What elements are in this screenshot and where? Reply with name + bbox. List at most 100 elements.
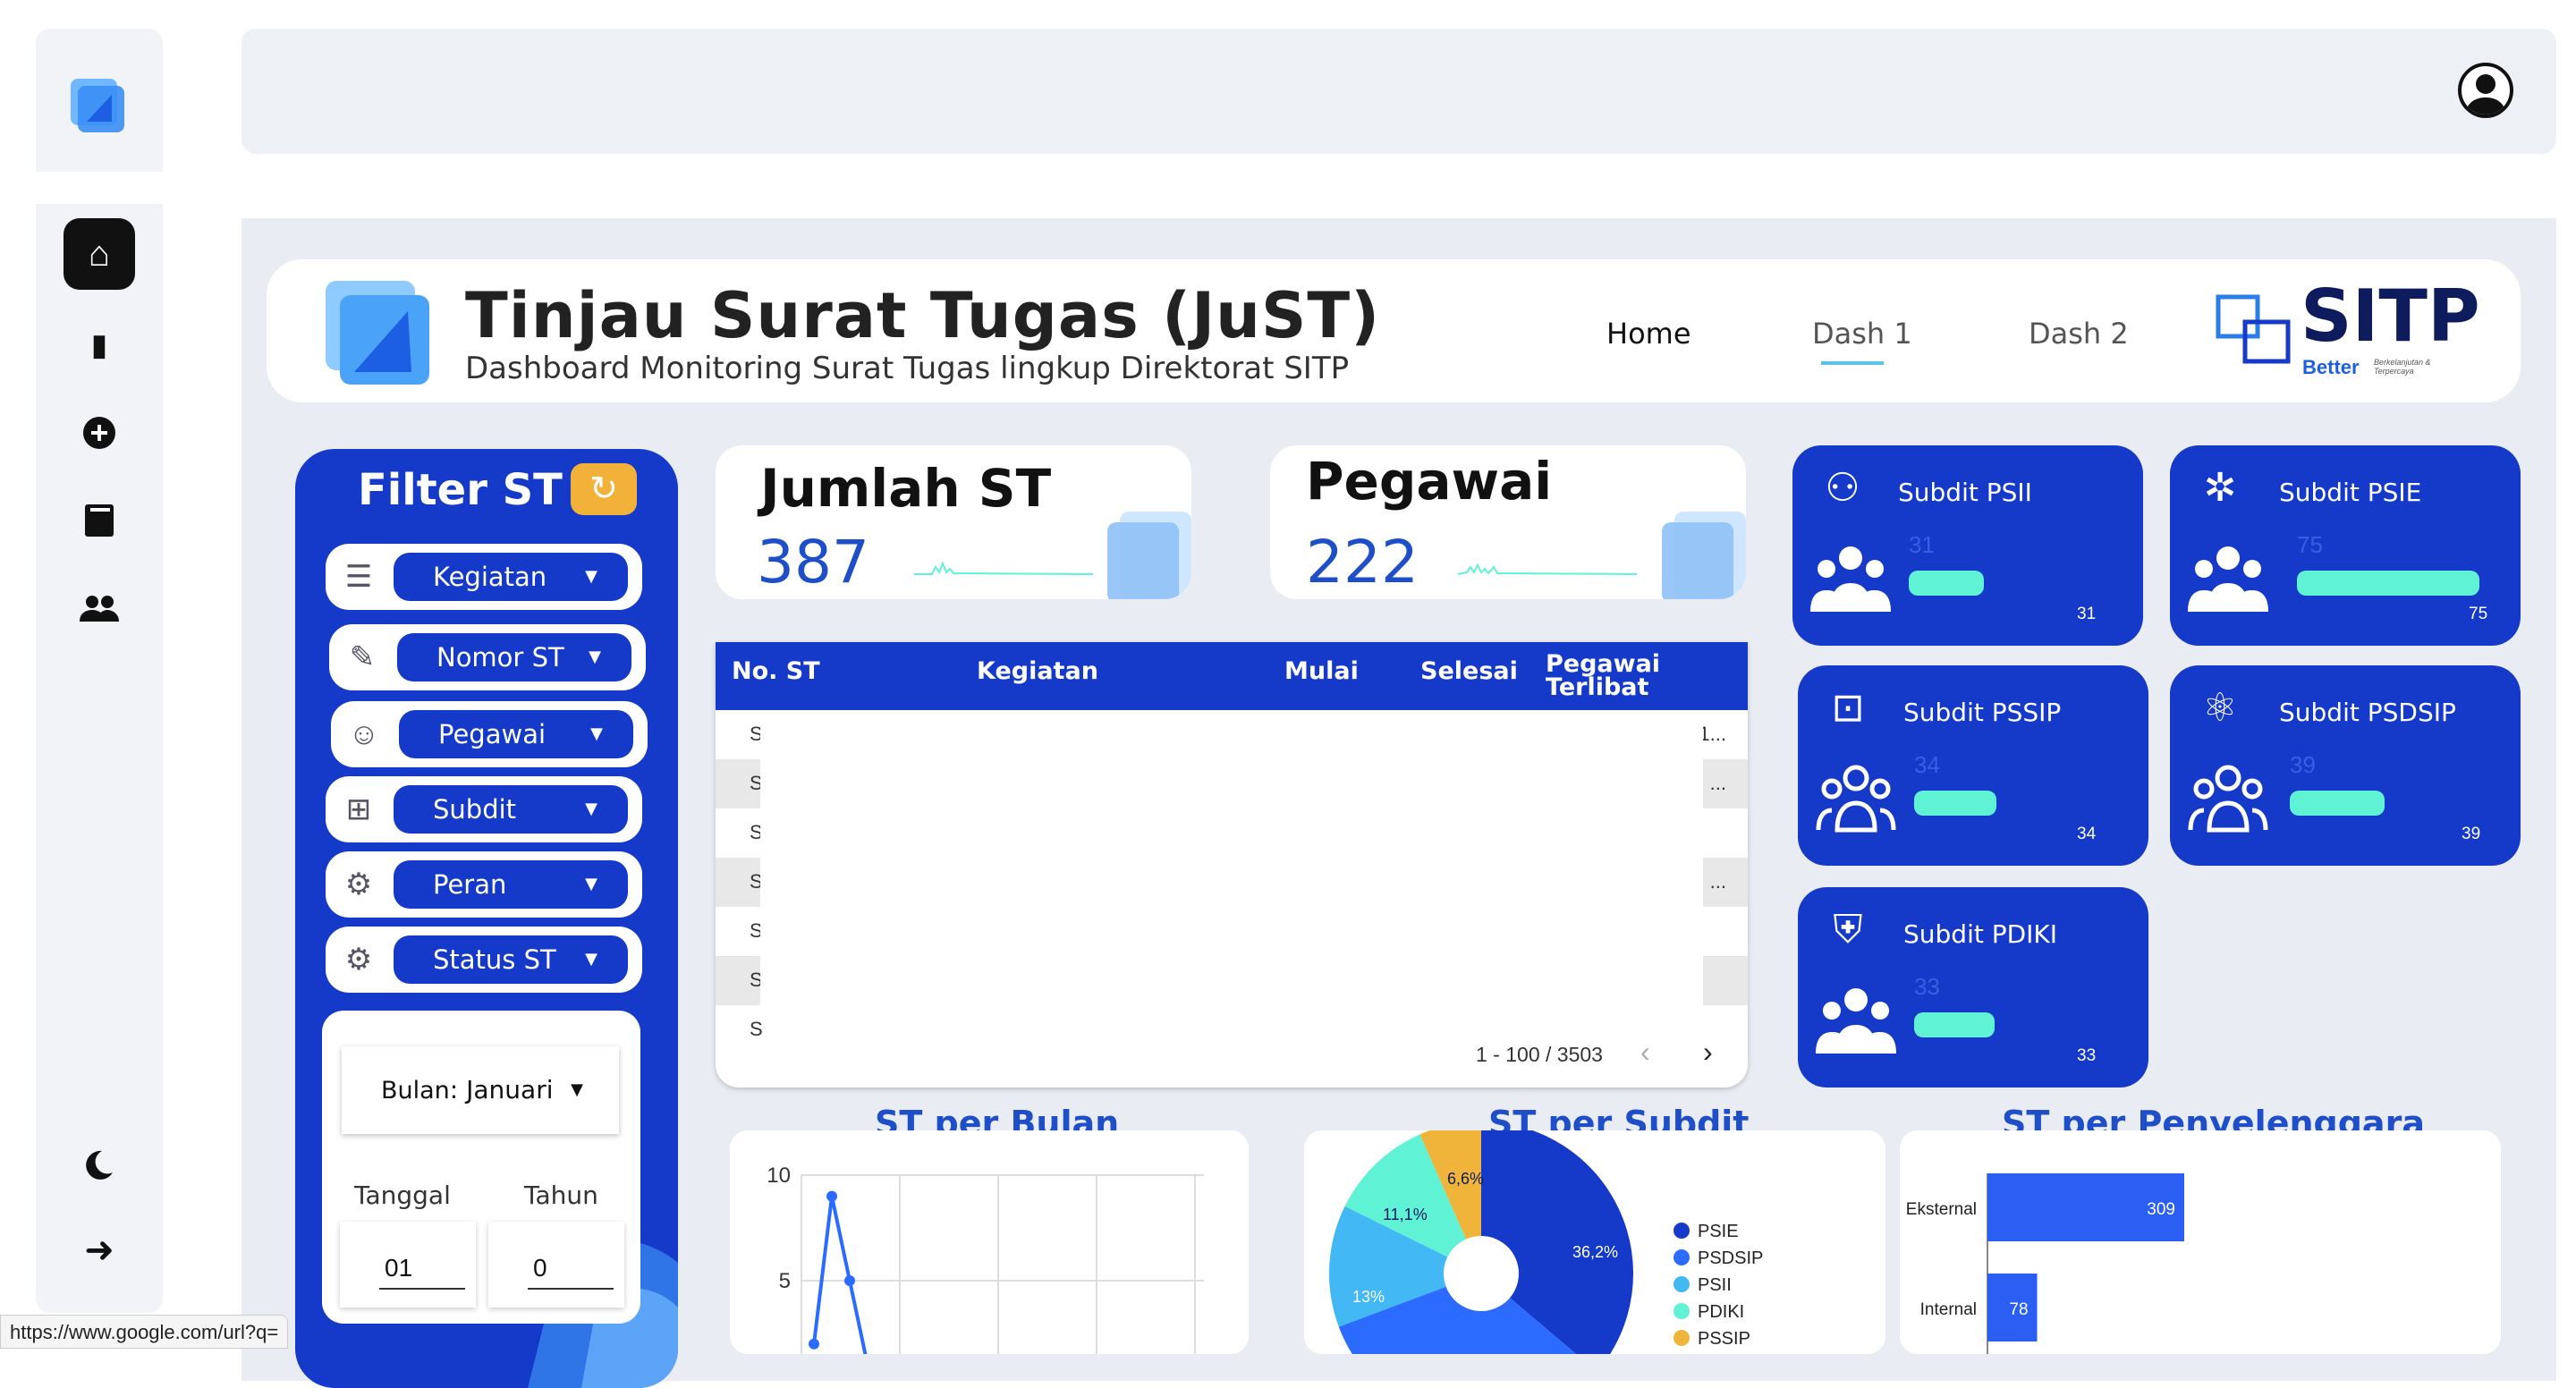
nav-add-button[interactable] xyxy=(64,397,135,469)
status-st-dropdown[interactable]: Status ST ▼ xyxy=(394,935,628,984)
subdit-progress-bar xyxy=(1914,791,1996,816)
sitp-tagline: Better xyxy=(2302,356,2360,378)
kegiatan-dropdown[interactable]: Kegiatan ▼ xyxy=(394,553,628,601)
just-logo-icon xyxy=(326,281,429,385)
filter-kegiatan: ☰ Kegiatan ▼ xyxy=(326,544,642,610)
presentation-board-icon: ⊡ xyxy=(1831,686,1865,730)
date-filter-box: Bulan: Januari ▼ Tanggal Tahun 01 0 xyxy=(322,1011,640,1324)
subdit-name: Subdit PSII xyxy=(1898,478,2032,507)
subdit-card-pssip[interactable]: ⊡ Subdit PSSIP 34 34 xyxy=(1798,665,2148,866)
status-bar-url: https://www.google.com/url?q= xyxy=(0,1315,289,1349)
previous-page-button[interactable]: ‹ xyxy=(1640,1036,1650,1069)
tanggal-input[interactable]: 01 xyxy=(340,1222,476,1308)
nav-document-button[interactable]: ▮ xyxy=(64,309,135,381)
jumlah-st-card: Jumlah ST 387 xyxy=(716,445,1191,599)
st-per-penyelenggara-panel: Eksternal 309 Internal 78 xyxy=(1900,1130,2501,1354)
chevron-down-icon: ▼ xyxy=(590,724,603,743)
subdit-bar-value: 75 xyxy=(2469,605,2488,623)
subdit-value: 31 xyxy=(1909,531,1935,558)
filter-subdit: ⊞ Subdit ▼ xyxy=(326,776,642,842)
people-group-icon xyxy=(1816,988,1896,1054)
status-st-dropdown-label: Status ST xyxy=(433,944,556,975)
filter-panel: Filter ST ↻ ☰ Kegiatan ▼ ✎ Nomor ST ▼ ☺ Pe… xyxy=(295,449,678,1388)
tab-dash-1[interactable]: Dash 1 xyxy=(1812,317,1912,365)
chevron-left-icon: ‹ xyxy=(1640,1036,1650,1068)
bulan-dropdown[interactable]: Bulan: Januari ▼ xyxy=(342,1046,619,1134)
tahun-input[interactable]: 0 xyxy=(488,1222,624,1308)
tab-home[interactable]: Home xyxy=(1606,317,1691,351)
pegawai-card: Pegawai 222 xyxy=(1270,445,1746,599)
sidebar-divider xyxy=(36,172,163,204)
table-header: No. ST Kegiatan Mulai Selesai Pegawai Te… xyxy=(716,642,1748,710)
subdit-dropdown-label: Subdit xyxy=(433,794,517,825)
people-group-icon xyxy=(2188,546,2268,612)
subdit-card-psie[interactable]: ✲ Subdit PSIE 75 75 xyxy=(2170,445,2521,646)
subdit-dropdown[interactable]: Subdit ▼ xyxy=(394,785,628,834)
chevron-down-icon: ▼ xyxy=(589,647,601,666)
page-subtitle: Dashboard Monitoring Surat Tugas lingkup… xyxy=(465,351,1350,386)
jumlah-st-value: 387 xyxy=(757,528,869,597)
column-header-mulai[interactable]: Mulai xyxy=(1284,659,1359,683)
slice-label: 11,1% xyxy=(1383,1206,1428,1223)
jumlah-st-sparkline xyxy=(914,561,1093,575)
chevron-down-icon: ▼ xyxy=(585,950,597,969)
reset-filter-button[interactable]: ↻ xyxy=(571,463,637,515)
add-circle-icon xyxy=(83,417,115,449)
collapse-sidebar-button[interactable]: ➜ xyxy=(64,1214,135,1286)
nomor-st-dropdown-label: Nomor ST xyxy=(436,642,564,673)
nomor-st-dropdown[interactable]: Nomor ST ▼ xyxy=(397,633,631,681)
column-header-pegawai-terlibat[interactable]: Pegawai Terlibat xyxy=(1546,652,1671,699)
shield-lock-icon: ⛨ xyxy=(1833,908,1863,952)
subdit-value: 33 xyxy=(1914,973,1940,1000)
jumlah-st-label: Jumlah ST xyxy=(760,458,1052,519)
pegawai-dropdown-label: Pegawai xyxy=(438,719,547,749)
tahun-input-value: 0 xyxy=(533,1254,547,1282)
nav-users-button[interactable] xyxy=(64,572,135,644)
row-cell-end: 1... xyxy=(1699,723,1726,745)
edit-document-icon: ✎ xyxy=(349,640,376,674)
column-header-selesai[interactable]: Selesai xyxy=(1420,659,1518,683)
subdit-progress-bar xyxy=(2297,571,2479,596)
user-avatar[interactable] xyxy=(2458,63,2513,118)
dark-mode-button[interactable] xyxy=(64,1129,135,1200)
bar-value-label: 309 xyxy=(2147,1200,2175,1219)
org-chart-icon: ⊞ xyxy=(345,792,372,826)
next-page-button[interactable]: › xyxy=(1703,1036,1713,1069)
nav-book-button[interactable] xyxy=(64,485,135,556)
pegawai-value: 222 xyxy=(1306,528,1419,597)
row-cell-end: ... xyxy=(1709,870,1726,893)
column-header-kegiatan[interactable]: Kegiatan xyxy=(977,659,1098,683)
pegawai-label: Pegawai xyxy=(1306,451,1553,512)
subdit-card-psdsip[interactable]: ⚛ Subdit PSDSIP 39 39 xyxy=(2170,665,2521,866)
subdit-bar-value: 33 xyxy=(2077,1046,2097,1065)
chevron-down-icon: ▼ xyxy=(585,567,597,586)
peran-dropdown[interactable]: Peran ▼ xyxy=(394,860,628,909)
subdit-bar-value: 31 xyxy=(2077,605,2097,623)
people-group-outline-icon xyxy=(1816,765,1896,833)
subdit-card-psii[interactable]: ⚇ Subdit PSII 31 31 xyxy=(1792,445,2143,646)
home-icon: ⌂ xyxy=(88,233,111,274)
subdit-value: 34 xyxy=(1914,751,1940,778)
row-cell-end: ... xyxy=(1709,772,1726,794)
filter-peran: ⚙ Peran ▼ xyxy=(326,851,642,918)
sitp-mark-icon xyxy=(2216,294,2291,364)
pegawai-dropdown[interactable]: Pegawai ▼ xyxy=(399,710,633,758)
subdit-value: 75 xyxy=(2297,531,2323,558)
subdit-value: 39 xyxy=(2290,751,2316,778)
filter-nomor-st: ✎ Nomor ST ▼ xyxy=(329,624,646,690)
column-header-no-st[interactable]: No. ST xyxy=(732,659,820,683)
refresh-icon: ↻ xyxy=(589,470,618,508)
row-cell-start: S xyxy=(750,1018,763,1040)
chevron-down-icon: ▼ xyxy=(571,1080,583,1099)
people-group-icon xyxy=(1810,546,1891,612)
nav-home-button[interactable]: ⌂ xyxy=(64,218,135,290)
table-loading-overlay xyxy=(760,710,1703,1020)
tanggal-input-value: 01 xyxy=(385,1254,413,1282)
tab-dash-2[interactable]: Dash 2 xyxy=(2029,317,2129,351)
user-profile-icon xyxy=(2465,74,2506,114)
tahun-label: Tahun xyxy=(524,1181,598,1210)
subdit-card-pdiki[interactable]: ⛨ Subdit PDIKI 33 33 xyxy=(1798,887,2148,1088)
gear-network-icon: ✲ xyxy=(2203,466,2237,510)
subdit-progress-bar xyxy=(1909,571,1984,596)
tab-dash-1-label: Dash 1 xyxy=(1812,317,1912,351)
